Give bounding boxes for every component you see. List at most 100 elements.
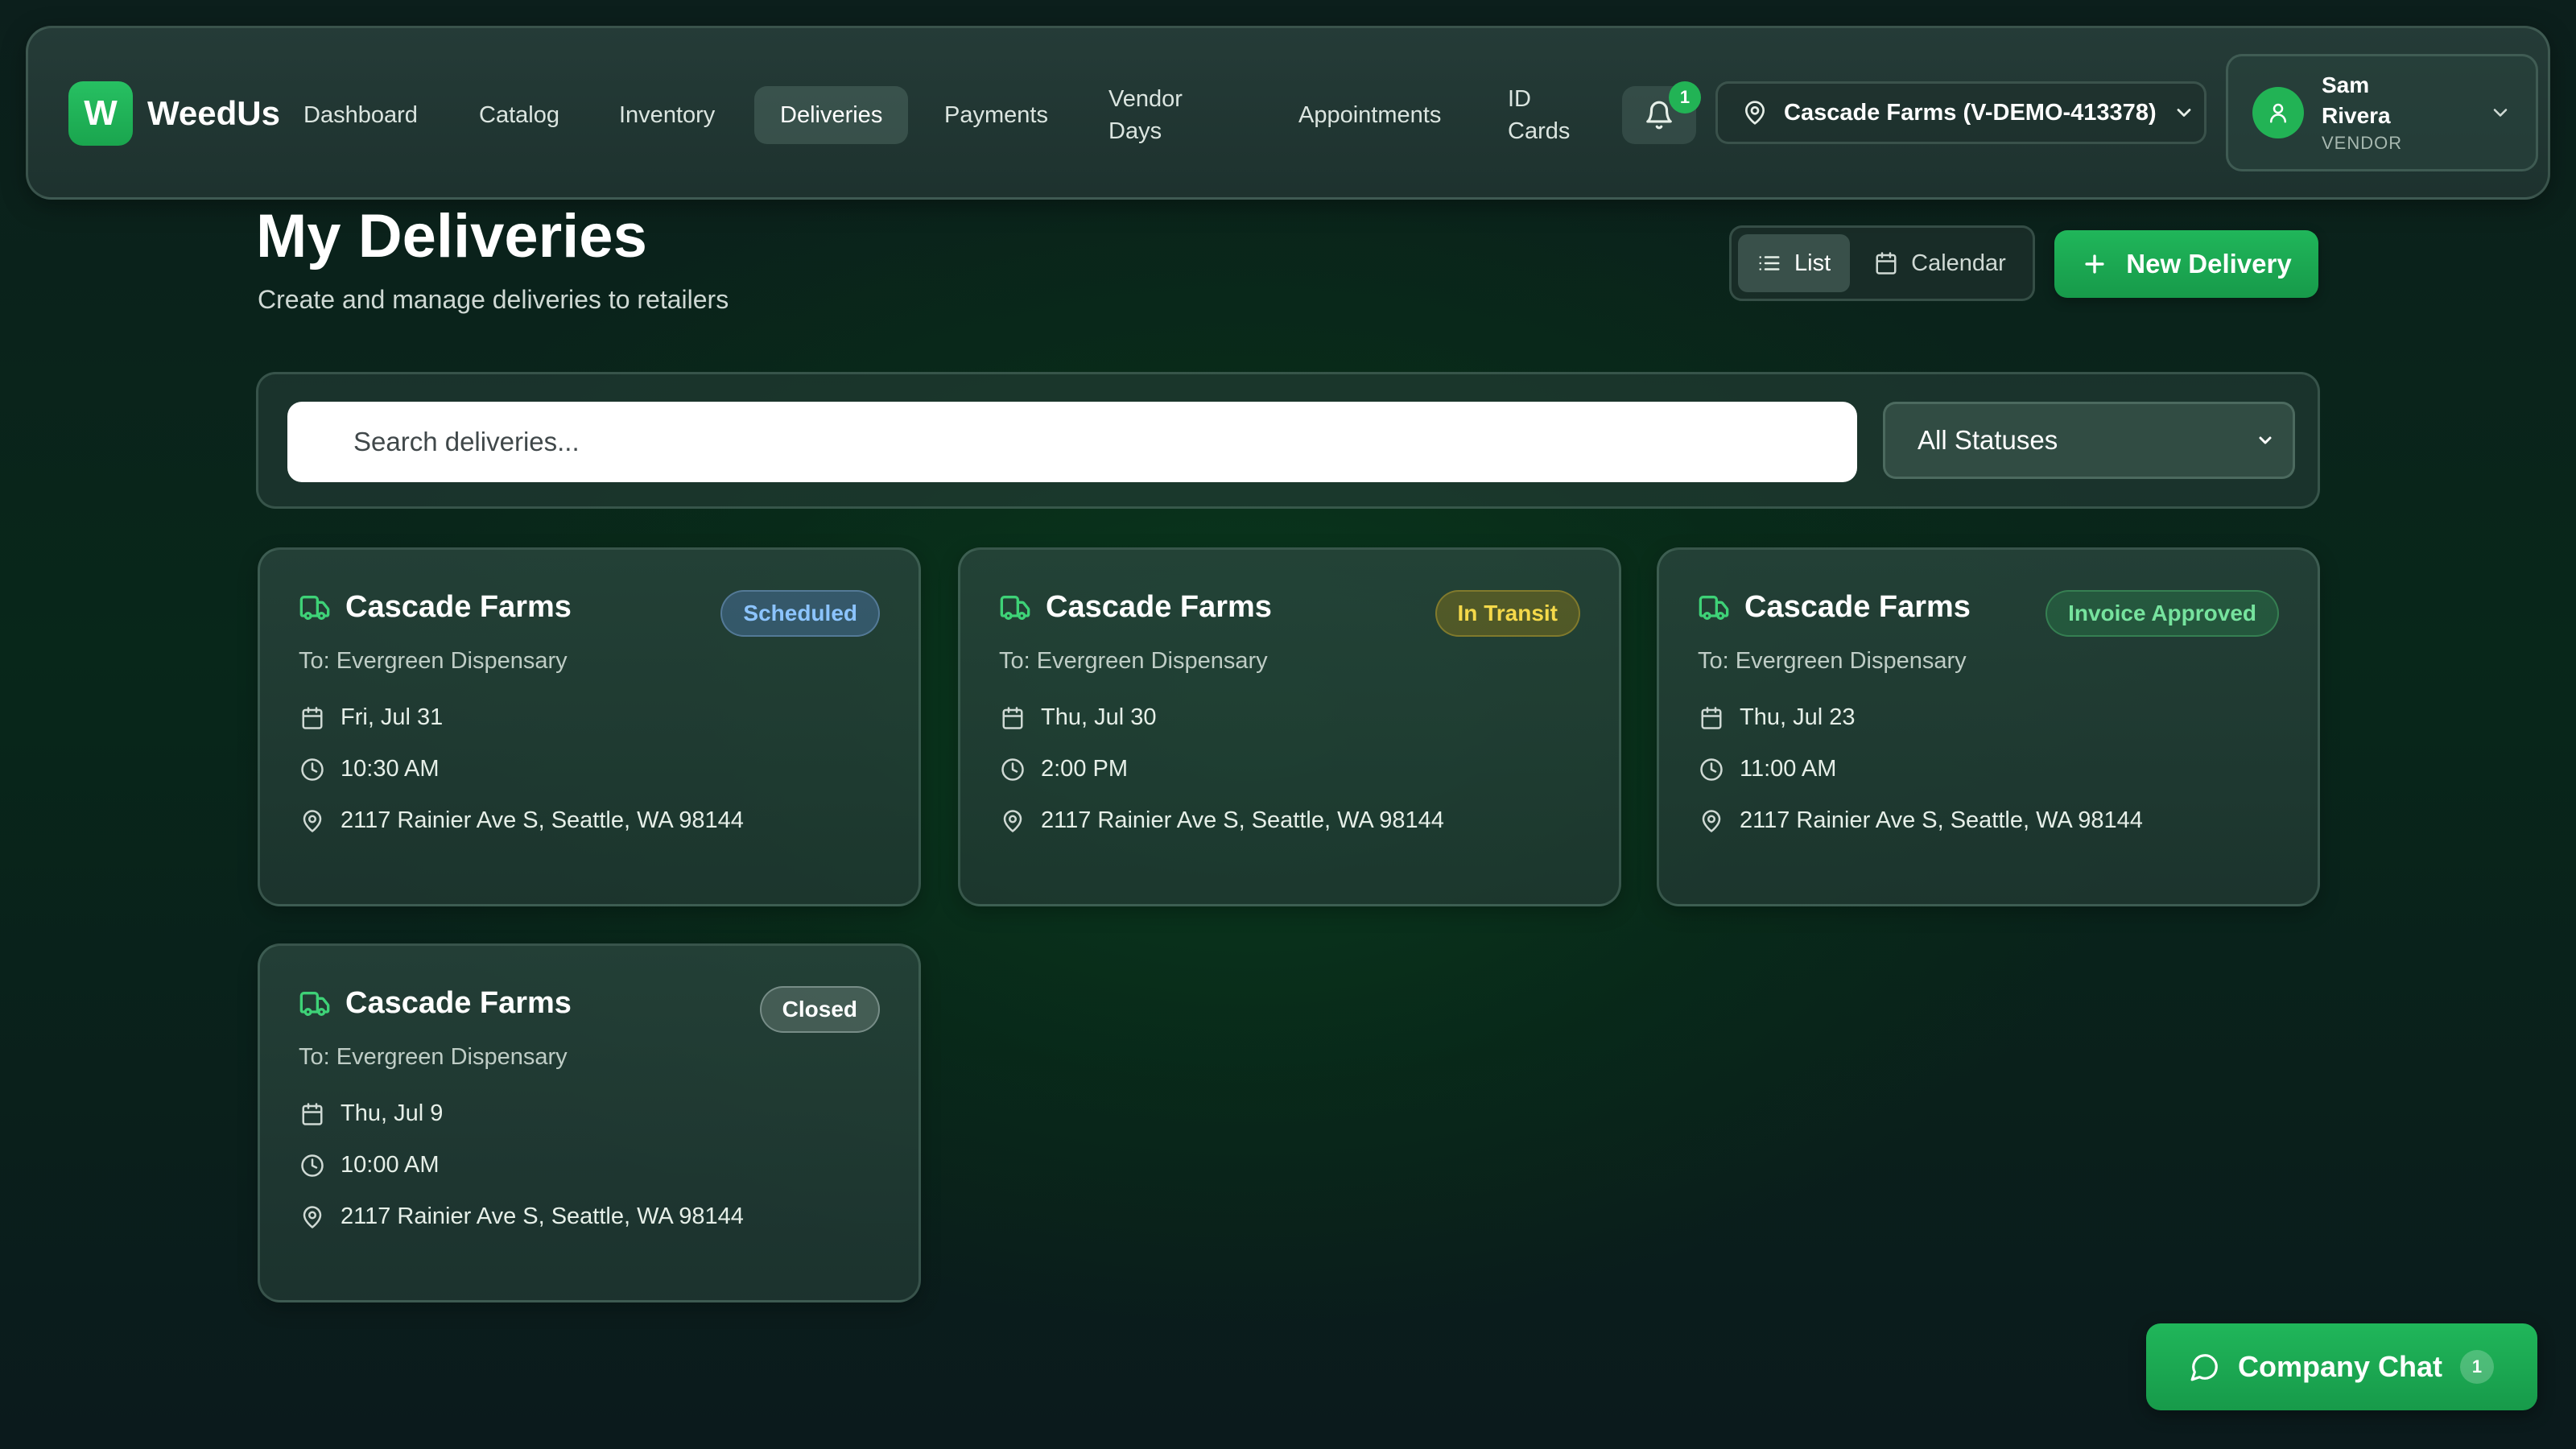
company-chat-label: Company Chat	[2237, 1350, 2443, 1383]
card-header: Cascade Farms	[1698, 590, 1971, 625]
card-address-row: 2117 Rainier Ave S, Seattle, WA 98144	[1699, 807, 2143, 834]
nav-inventory[interactable]: Inventory	[619, 99, 715, 131]
card-header: Cascade Farms	[999, 590, 1272, 625]
map-pin-icon	[1742, 100, 1768, 126]
location-label: Cascade Farms (V-DEMO-413378)	[1784, 99, 2157, 126]
delivery-card[interactable]: Cascade Farms In Transit To: Evergreen D…	[958, 547, 1621, 906]
nav-payments[interactable]: Payments	[944, 99, 1048, 131]
card-date-row: Thu, Jul 23	[1699, 704, 1855, 731]
calendar-view-label: Calendar	[1911, 250, 2006, 276]
card-address: 2117 Rainier Ave S, Seattle, WA 98144	[341, 1203, 744, 1229]
card-time-row: 10:00 AM	[300, 1152, 440, 1179]
card-time: 10:00 AM	[341, 1152, 440, 1178]
chevron-down-icon	[2173, 101, 2195, 124]
card-recipient: To: Evergreen Dispensary	[299, 648, 568, 674]
calendar-view-button[interactable]: Calendar	[1855, 234, 2025, 292]
location-selector[interactable]: Cascade Farms (V-DEMO-413378)	[1715, 81, 2207, 144]
card-vendor-name: Cascade Farms	[1744, 590, 1971, 624]
truck-icon	[299, 988, 331, 1020]
app-logo[interactable]: W WeedUs	[68, 81, 280, 146]
delivery-card[interactable]: Cascade Farms Scheduled To: Evergreen Di…	[258, 547, 921, 906]
page-title: My Deliveries	[256, 202, 647, 270]
user-role: VENDOR	[2322, 133, 2403, 153]
card-time: 10:30 AM	[341, 756, 440, 782]
map-pin-icon	[1001, 809, 1025, 833]
nav-deliveries[interactable]: Deliveries	[754, 86, 909, 144]
card-date-row: Thu, Jul 9	[300, 1100, 443, 1127]
chat-bubble-icon	[2190, 1352, 2220, 1382]
nav-id-cards[interactable]: ID Cards	[1508, 83, 1580, 147]
view-toggle: List Calendar	[1729, 225, 2035, 301]
chevron-down-icon	[2256, 431, 2275, 450]
card-time: 11:00 AM	[1740, 756, 1837, 782]
list-view-button[interactable]: List	[1738, 234, 1851, 292]
user-info: Sam Rivera VENDOR	[2322, 70, 2489, 155]
card-time-row: 2:00 PM	[1001, 756, 1128, 782]
card-address: 2117 Rainier Ave S, Seattle, WA 98144	[1740, 807, 2143, 833]
calendar-icon	[1699, 706, 1724, 730]
notification-count-badge: 1	[1669, 81, 1701, 114]
card-time-row: 10:30 AM	[300, 756, 440, 782]
card-date: Thu, Jul 23	[1740, 704, 1856, 730]
card-vendor-name: Cascade Farms	[345, 590, 572, 624]
card-date: Thu, Jul 9	[341, 1100, 444, 1126]
calendar-icon	[300, 1102, 324, 1126]
truck-icon	[999, 592, 1031, 624]
card-address-row: 2117 Rainier Ave S, Seattle, WA 98144	[300, 807, 744, 834]
top-navbar: W WeedUs Dashboard Catalog Inventory Del…	[26, 26, 2550, 200]
delivery-card[interactable]: Cascade Farms Invoice Approved To: Everg…	[1657, 547, 2320, 906]
nav-catalog[interactable]: Catalog	[479, 99, 559, 131]
card-address: 2117 Rainier Ave S, Seattle, WA 98144	[1041, 807, 1444, 833]
nav-dashboard[interactable]: Dashboard	[303, 99, 418, 131]
truck-icon	[299, 592, 331, 624]
new-delivery-label: New Delivery	[2126, 249, 2292, 279]
search-input[interactable]	[287, 402, 1857, 482]
status-filter-value: All Statuses	[1918, 425, 2058, 455]
map-pin-icon	[300, 1205, 324, 1229]
status-badge: Invoice Approved	[2046, 590, 2279, 637]
card-header: Cascade Farms	[299, 986, 572, 1021]
filter-panel: All Statuses	[256, 372, 2320, 509]
card-header: Cascade Farms	[299, 590, 572, 625]
clock-icon	[300, 758, 324, 782]
truck-icon	[1698, 592, 1730, 624]
card-date-row: Fri, Jul 31	[300, 704, 443, 731]
avatar	[2252, 87, 2304, 138]
calendar-icon	[1001, 706, 1025, 730]
status-badge: Closed	[759, 986, 880, 1033]
card-address: 2117 Rainier Ave S, Seattle, WA 98144	[341, 807, 744, 833]
card-address-row: 2117 Rainier Ave S, Seattle, WA 98144	[300, 1203, 744, 1230]
map-pin-icon	[300, 809, 324, 833]
clock-icon	[1001, 758, 1025, 782]
card-recipient: To: Evergreen Dispensary	[1698, 648, 1967, 674]
list-icon	[1757, 251, 1781, 275]
card-vendor-name: Cascade Farms	[1046, 590, 1272, 624]
status-badge: Scheduled	[720, 590, 880, 637]
plus-icon	[2081, 250, 2108, 278]
card-address-row: 2117 Rainier Ave S, Seattle, WA 98144	[1001, 807, 1444, 834]
delivery-card[interactable]: Cascade Farms Closed To: Evergreen Dispe…	[258, 943, 921, 1302]
status-badge: In Transit	[1435, 590, 1580, 637]
user-name: Sam Rivera	[2322, 72, 2391, 128]
card-date: Fri, Jul 31	[341, 704, 444, 730]
card-time: 2:00 PM	[1041, 756, 1128, 782]
card-date: Thu, Jul 30	[1041, 704, 1157, 730]
company-chat-button[interactable]: Company Chat 1	[2146, 1323, 2537, 1410]
status-filter-select[interactable]: All Statuses	[1883, 402, 2295, 479]
card-recipient: To: Evergreen Dispensary	[299, 1044, 568, 1070]
new-delivery-button[interactable]: New Delivery	[2054, 230, 2318, 298]
card-time-row: 11:00 AM	[1699, 756, 1836, 782]
map-pin-icon	[1699, 809, 1724, 833]
nav-appointments[interactable]: Appointments	[1298, 99, 1441, 131]
clock-icon	[1699, 758, 1724, 782]
chevron-down-icon	[2489, 101, 2512, 124]
user-menu[interactable]: Sam Rivera VENDOR	[2226, 54, 2538, 171]
calendar-icon	[300, 706, 324, 730]
user-icon	[2266, 101, 2290, 125]
app-name: WeedUs	[147, 94, 280, 132]
chat-unread-count: 1	[2460, 1350, 2495, 1384]
card-date-row: Thu, Jul 30	[1001, 704, 1156, 731]
calendar-icon	[1874, 251, 1898, 275]
logo-badge: W	[68, 81, 133, 146]
nav-vendor-days[interactable]: Vendor Days	[1108, 83, 1205, 147]
